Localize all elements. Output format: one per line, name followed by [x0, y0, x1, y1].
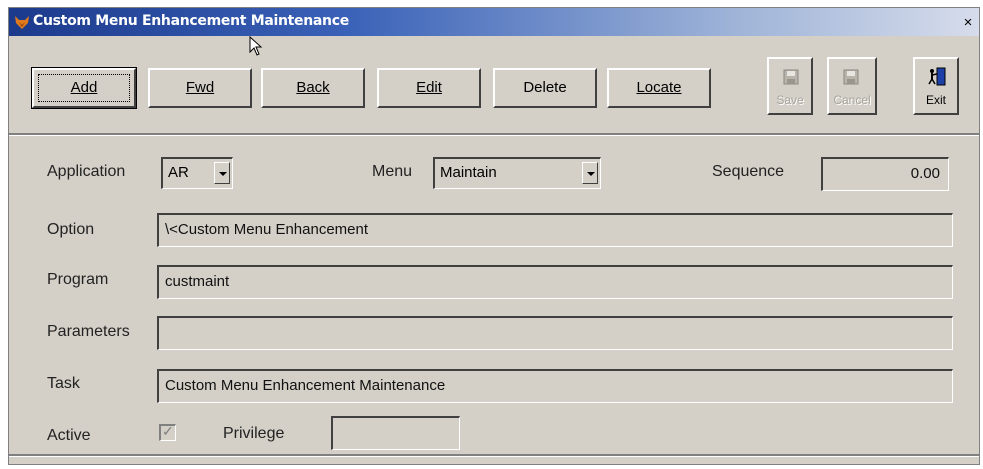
locate-button-label: Locate	[636, 79, 682, 96]
exit-button-label: Exit	[925, 93, 946, 107]
exit-door-icon	[928, 67, 946, 86]
toolbar: Add Fwd Back Edit Delete Locate Save Can…	[9, 36, 979, 135]
menu-dropdown[interactable]: Maintain	[433, 157, 601, 189]
option-field[interactable]: \<Custom Menu Enhancement	[157, 213, 953, 247]
task-value: Custom Menu Enhancement Maintenance	[165, 377, 446, 394]
edit-button-label: Edit	[416, 79, 442, 96]
cancel-button[interactable]: Cancel	[827, 57, 877, 115]
floppy-disk-icon	[783, 69, 799, 85]
chevron-down-icon[interactable]	[214, 162, 230, 184]
close-button[interactable]: ×	[959, 14, 977, 32]
active-checkbox[interactable]: ✓	[159, 423, 176, 441]
sequence-label: Sequence	[712, 163, 785, 180]
active-label: Active	[47, 427, 91, 444]
checkmark-icon: ✓	[162, 423, 174, 439]
chevron-down-icon[interactable]	[582, 162, 598, 184]
add-button-label: Add	[70, 79, 98, 96]
fwd-button[interactable]: Fwd	[148, 68, 252, 108]
sequence-field[interactable]: 0.00	[821, 157, 949, 191]
mouse-pointer-icon	[249, 36, 263, 56]
option-value: \<Custom Menu Enhancement	[165, 221, 369, 238]
add-button[interactable]: Add	[31, 67, 137, 109]
sequence-value: 0.00	[910, 165, 940, 182]
application-value: AR	[168, 164, 189, 181]
delete-button[interactable]: Delete	[493, 68, 597, 108]
task-label: Task	[47, 375, 80, 392]
menu-form: Application AR Menu Maintain Sequence 0.…	[9, 135, 979, 453]
privilege-field[interactable]	[331, 416, 460, 450]
save-button-label: Save	[776, 93, 804, 107]
title-bar: Custom Menu Enhancement Maintenance ×	[9, 8, 979, 36]
menu-label: Menu	[372, 163, 413, 180]
option-label: Option	[47, 221, 95, 238]
fwd-button-label: Fwd	[185, 79, 215, 96]
fox-app-icon	[15, 16, 29, 29]
task-field[interactable]: Custom Menu Enhancement Maintenance	[157, 369, 953, 403]
locate-button[interactable]: Locate	[607, 68, 711, 108]
program-label: Program	[47, 271, 109, 288]
delete-button-label: Delete	[523, 79, 567, 96]
cancel-button-label: Cancel	[833, 93, 871, 107]
program-field[interactable]: custmaint	[157, 265, 953, 299]
parameters-label: Parameters	[47, 323, 130, 340]
application-label: Application	[47, 163, 126, 180]
menu-value: Maintain	[440, 164, 497, 181]
save-button[interactable]: Save	[767, 57, 813, 115]
exit-button[interactable]: Exit	[913, 57, 959, 115]
privilege-label: Privilege	[223, 425, 285, 442]
back-button-label: Back	[296, 79, 330, 96]
application-dropdown[interactable]: AR	[161, 157, 233, 189]
edit-button[interactable]: Edit	[377, 68, 481, 108]
maintenance-window: Custom Menu Enhancement Maintenance × Ad…	[8, 7, 980, 465]
program-value: custmaint	[165, 273, 230, 290]
cancel-disk-icon	[843, 69, 859, 85]
parameters-field[interactable]	[157, 316, 953, 350]
back-button[interactable]: Back	[261, 68, 365, 108]
bottom-divider	[9, 454, 979, 456]
window-title: Custom Menu Enhancement Maintenance	[33, 13, 349, 29]
